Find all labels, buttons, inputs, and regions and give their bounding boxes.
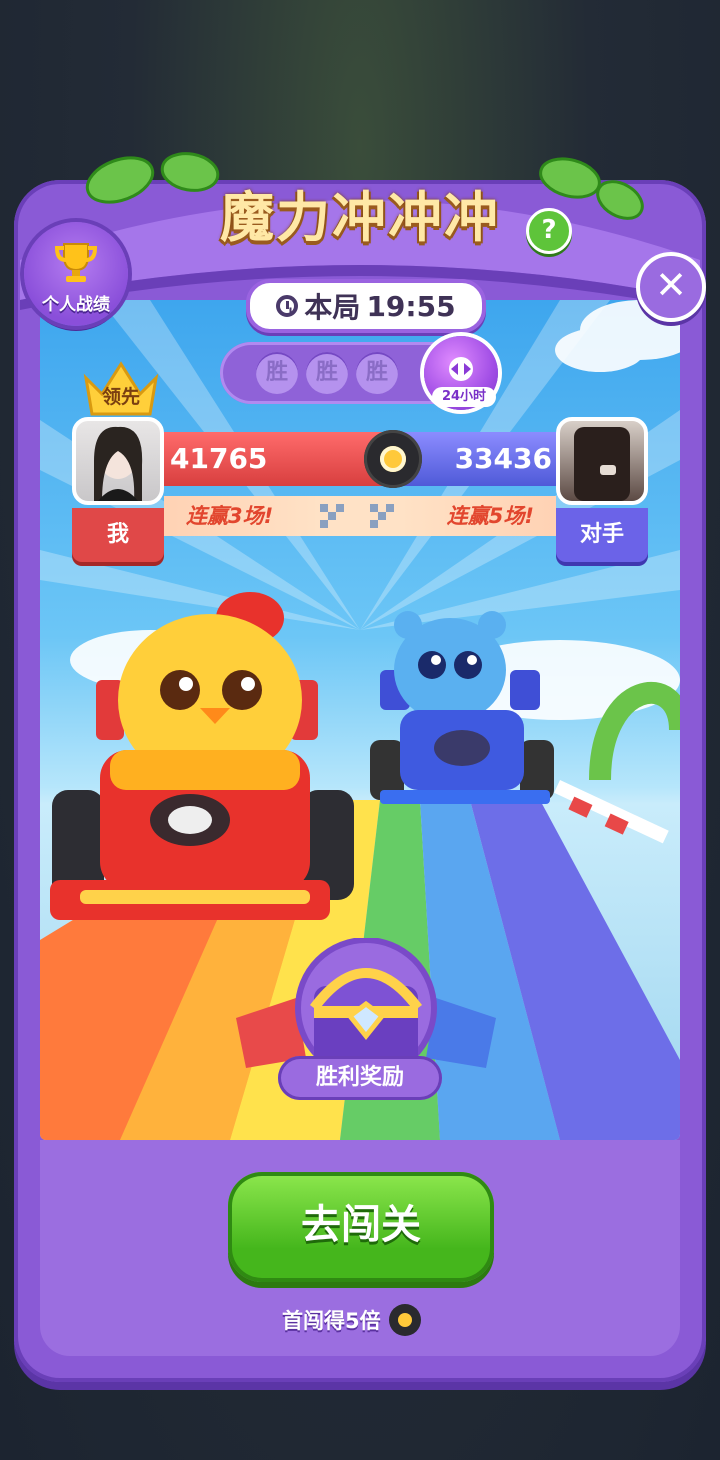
opponent-score: 33436 [454, 442, 552, 475]
close-button[interactable]: ✕ [636, 252, 706, 322]
game-title: 魔力冲冲冲 [220, 186, 500, 249]
my-tag: 我 [72, 508, 164, 562]
opponent-avatar[interactable] [556, 417, 648, 505]
swap-arrows-icon [449, 357, 473, 381]
round-timer: 本局 19:55 [246, 279, 486, 333]
win-slot: 胜 [256, 352, 298, 394]
streak-band: 连赢3场! 连赢5场! [164, 496, 556, 536]
opponent-avatar-image [574, 427, 630, 501]
my-score: 41765 [170, 442, 268, 475]
opponent-kart [370, 611, 554, 804]
help-icon[interactable]: ? [526, 208, 572, 254]
trophy-icon [54, 243, 98, 282]
my-streak: 连赢3场! [186, 504, 274, 528]
player-kart [50, 592, 354, 920]
swap-timer-badge: 24小时 [432, 387, 496, 407]
my-score-bar: 41765 [164, 432, 396, 486]
clock-icon [276, 295, 299, 317]
personal-record-label: 个人战绩 [42, 295, 110, 315]
timer-prefix: 本局 [304, 291, 361, 324]
play-level-button[interactable]: 去闯关 [228, 1172, 494, 1282]
bonus-text: 首闯得5倍 [282, 1309, 381, 1333]
win-slot: 胜 [306, 352, 348, 394]
timer-value: 19:55 [366, 289, 456, 323]
first-play-bonus: 首闯得5倍 [282, 1302, 462, 1338]
wheel-icon [388, 1304, 421, 1336]
lead-badge: 领先 [101, 386, 140, 408]
victory-reward-label[interactable]: 胜利奖励 [278, 1056, 442, 1100]
my-avatar-image [94, 426, 143, 501]
opponent-tag: 对手 [556, 508, 648, 562]
win-slot: 胜 [356, 352, 398, 394]
opponent-streak: 连赢5场! [446, 504, 534, 528]
wheel-icon [364, 430, 422, 488]
checkered-flag-icon [320, 504, 394, 528]
my-avatar[interactable] [72, 417, 164, 505]
